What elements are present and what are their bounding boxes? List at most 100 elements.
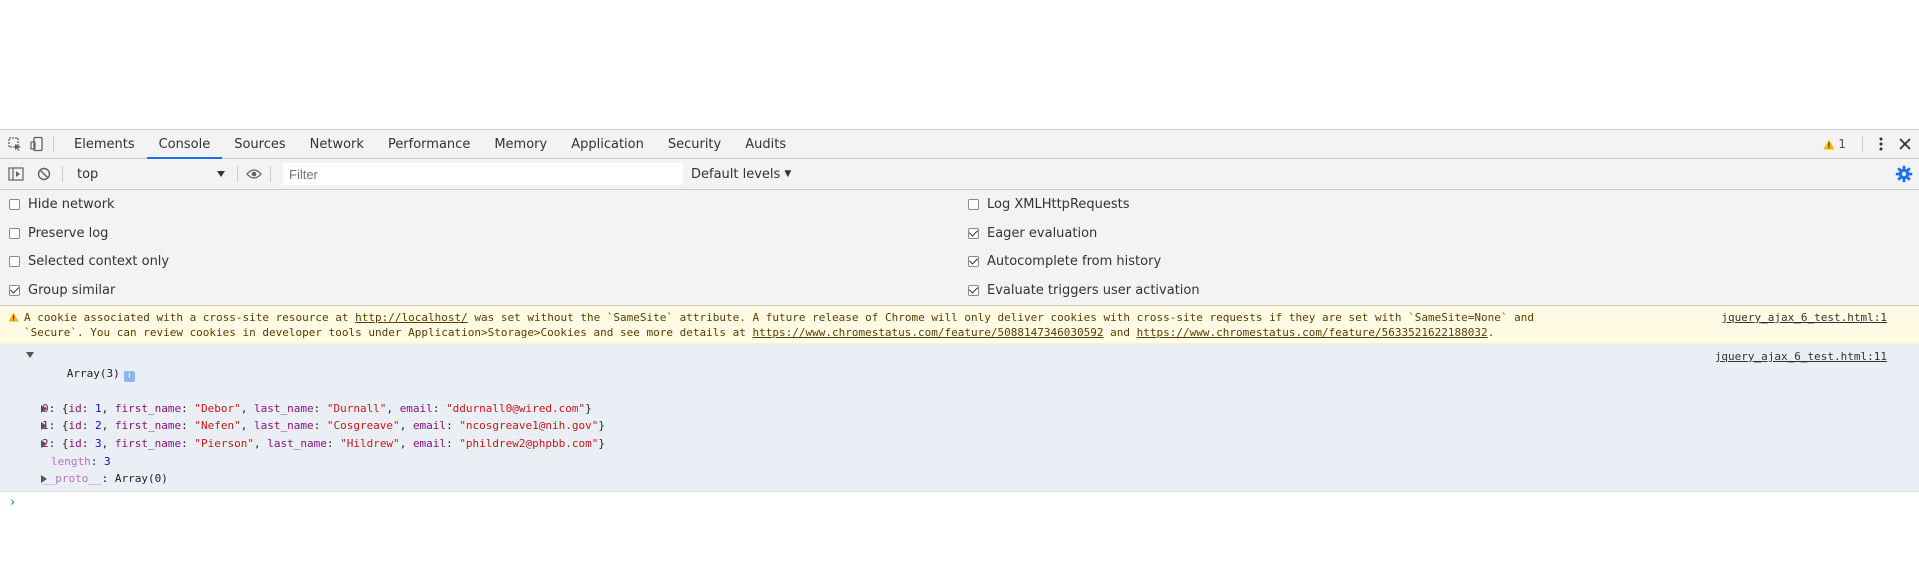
group-similar-checkbox[interactable]	[9, 285, 20, 296]
length-value: 3	[104, 454, 111, 468]
warning-icon	[1823, 139, 1835, 149]
context-selector[interactable]: top	[73, 163, 229, 185]
setting-hide-network[interactable]: Hide network	[9, 197, 115, 212]
console-log-message: jquery_ajax_6_test.html:11 Array(3) i 0: …	[0, 344, 1919, 492]
item-email: "ddurnall0@wired.com"	[446, 401, 586, 415]
hide-network-checkbox[interactable]	[9, 199, 20, 210]
localhost-link[interactable]: http://localhost/	[355, 311, 468, 324]
eager-evaluation-checkbox[interactable]	[968, 228, 979, 239]
tab-memory[interactable]: Memory	[482, 130, 559, 158]
array-item[interactable]: 2: {id: 3, first_name: "Pierson", last_n…	[0, 435, 1919, 453]
tab-audits[interactable]: Audits	[733, 130, 798, 158]
length-key: length	[51, 454, 91, 468]
show-sidebar-icon[interactable]	[6, 160, 26, 188]
autocomplete-from-history-checkbox[interactable]	[968, 256, 979, 267]
device-toolbar-icon[interactable]	[27, 130, 47, 158]
array-item[interactable]: 1: {id: 2, first_name: "Nefen", last_nam…	[0, 417, 1919, 435]
console-settings-pane: Hide network Preserve log Selected conte…	[0, 190, 1919, 306]
collapsed-triangle-icon[interactable]	[41, 475, 47, 484]
item-last-name: "Cosgreave"	[326, 419, 400, 433]
warning-count-label: 1	[1838, 137, 1846, 151]
item-first-name: "Debor"	[194, 401, 241, 415]
chevron-down-icon	[217, 171, 225, 177]
setting-label: Group similar	[28, 283, 116, 298]
item-last-name: "Hildrew"	[340, 436, 400, 450]
warning-line-1: A cookie associated with a cross-site re…	[24, 311, 1919, 326]
setting-autocomplete-from-history[interactable]: Autocomplete from history	[968, 254, 1161, 269]
setting-log-xmlhttprequests[interactable]: Log XMLHttpRequests	[968, 197, 1130, 212]
right-divider	[1862, 136, 1863, 152]
tab-console[interactable]: Console	[146, 130, 223, 159]
tab-application[interactable]: Application	[559, 130, 656, 158]
caret-down-icon: ▼	[784, 169, 792, 179]
console-toolbar: top Default levels ▼	[0, 159, 1919, 190]
setting-label: Preserve log	[28, 226, 109, 241]
warning-counter[interactable]: 1	[1823, 137, 1846, 151]
warning-text: .	[1487, 325, 1495, 339]
setting-preserve-log[interactable]: Preserve log	[9, 226, 108, 241]
selected-context-only-checkbox[interactable]	[9, 256, 20, 267]
log-levels-label: Default levels	[691, 166, 781, 182]
array-summary: Array(3)	[66, 366, 120, 380]
devtools-tabbar: Elements Console Sources Network Perform…	[0, 129, 1919, 159]
preserve-log-checkbox[interactable]	[9, 228, 20, 239]
filter-input[interactable]	[283, 163, 683, 185]
log-xmlhttprequests-checkbox[interactable]	[968, 199, 979, 210]
expand-triangle-icon[interactable]	[26, 352, 34, 358]
warning-text: and	[1103, 325, 1137, 339]
console-prompt[interactable]: ›	[0, 492, 1919, 514]
setting-label: Log XMLHttpRequests	[987, 197, 1130, 212]
tab-network[interactable]: Network	[298, 130, 376, 158]
info-icon: i	[123, 370, 135, 382]
clear-console-icon[interactable]	[34, 160, 54, 188]
collapsed-triangle-icon[interactable]	[41, 404, 47, 413]
item-id: 3	[95, 436, 102, 450]
tab-elements[interactable]: Elements	[62, 130, 147, 158]
warning-source-link[interactable]: jquery_ajax_6_test.html:1	[1721, 311, 1887, 326]
chromestatus-link-2[interactable]: https://www.chromestatus.com/feature/563…	[1137, 326, 1488, 339]
chromestatus-link-1[interactable]: https://www.chromestatus.com/feature/508…	[752, 326, 1103, 339]
console-settings-gear-icon[interactable]	[1895, 165, 1913, 183]
warning-icon	[8, 312, 19, 322]
setting-eager-evaluation[interactable]: Eager evaluation	[968, 226, 1097, 241]
tab-performance[interactable]: Performance	[376, 130, 482, 158]
toolbar-divider-2	[237, 166, 238, 182]
more-options-icon[interactable]	[1871, 130, 1891, 158]
warning-text: `Secure`. You can review cookies in deve…	[24, 325, 753, 339]
setting-group-similar[interactable]: Group similar	[9, 283, 115, 298]
collapsed-triangle-icon[interactable]	[41, 439, 47, 448]
tab-security[interactable]: Security	[656, 130, 733, 158]
item-first-name: "Nefen"	[194, 419, 241, 433]
devtools-panel: Elements Console Sources Network Perform…	[0, 129, 1919, 588]
live-expression-eye-icon[interactable]	[244, 160, 264, 188]
setting-label: Hide network	[28, 197, 115, 212]
collapsed-triangle-icon[interactable]	[41, 422, 47, 431]
setting-label: Selected context only	[28, 254, 170, 269]
array-item[interactable]: 0: {id: 1, first_name: "Debor", last_nam…	[0, 400, 1919, 418]
item-id: 2	[95, 419, 102, 433]
item-id: 1	[95, 401, 102, 415]
setting-label: Evaluate triggers user activation	[987, 283, 1200, 298]
proto-key: __proto__	[42, 472, 102, 486]
item-email: "phildrew2@phpbb.com"	[459, 436, 599, 450]
setting-selected-context-only[interactable]: Selected context only	[9, 254, 169, 269]
warning-text: A cookie associated with a cross-site re…	[24, 311, 356, 324]
close-devtools-icon[interactable]	[1895, 130, 1915, 158]
tab-sources[interactable]: Sources	[222, 130, 297, 158]
evaluate-triggers-user-activation-checkbox[interactable]	[968, 285, 979, 296]
array-header[interactable]: Array(3) i	[0, 347, 1919, 400]
console-warning-message: A cookie associated with a cross-site re…	[0, 306, 1919, 344]
warning-text: was set without the `SameSite` attribute…	[467, 311, 1534, 324]
array-proto[interactable]: __proto__: Array(0)	[0, 470, 1919, 488]
setting-evaluate-triggers-user-activation[interactable]: Evaluate triggers user activation	[968, 283, 1200, 298]
tabbar-divider	[53, 136, 54, 152]
item-email: "ncosgreave1@nih.gov"	[459, 419, 599, 433]
inspect-element-icon[interactable]	[5, 130, 25, 158]
array-length: length: 3	[51, 454, 111, 468]
item-first-name: "Pierson"	[194, 436, 254, 450]
toolbar-divider	[62, 166, 63, 182]
setting-label: Eager evaluation	[987, 226, 1098, 241]
prompt-chevron-icon: ›	[10, 495, 16, 511]
page-viewport	[0, 0, 1919, 129]
log-levels-dropdown[interactable]: Default levels ▼	[691, 167, 791, 182]
